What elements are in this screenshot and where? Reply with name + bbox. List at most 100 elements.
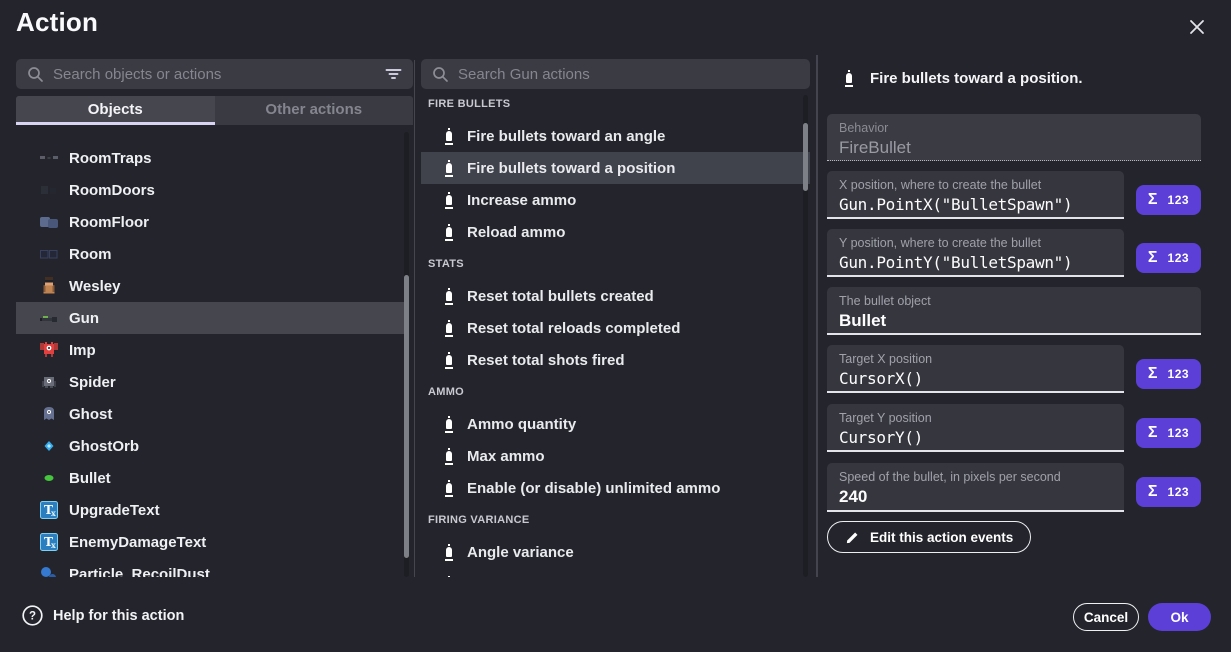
text-object-icon: Tx	[40, 533, 58, 551]
panel-divider	[816, 55, 818, 577]
object-row-bullet[interactable]: Bullet	[16, 462, 405, 494]
bullet-icon	[445, 544, 453, 561]
object-label: Wesley	[69, 278, 120, 295]
object-row-ghost[interactable]: Ghost	[16, 398, 405, 430]
object-row-imp[interactable]: Imp	[16, 334, 405, 366]
action-label: Fire bullets toward an angle	[467, 128, 665, 145]
object-label: Gun	[69, 310, 99, 327]
action-row-partial[interactable]	[421, 568, 810, 577]
particle-icon	[40, 565, 58, 577]
search-icon	[27, 66, 44, 83]
roomdoors-icon	[40, 181, 58, 199]
section-header: STATS	[421, 248, 810, 280]
action-row[interactable]: Increase ammo	[421, 184, 810, 216]
sigma-icon: Σ	[1148, 191, 1158, 209]
field-label: Target X position	[839, 352, 1112, 366]
action-label: Increase ammo	[467, 192, 576, 209]
edit-action-events-button[interactable]: Edit this action events	[827, 521, 1031, 553]
object-label: RoomTraps	[69, 150, 152, 167]
cancel-button[interactable]: Cancel	[1073, 603, 1139, 631]
svg-text:x: x	[51, 540, 56, 550]
bullet-icon	[445, 192, 453, 209]
spider-icon	[40, 373, 58, 391]
field-value[interactable]: Gun.PointY("BulletSpawn")	[839, 253, 1112, 272]
field-x-position[interactable]: X position, where to create the bullet G…	[827, 171, 1124, 219]
field-value[interactable]: CursorX()	[839, 369, 1112, 388]
action-row-selected[interactable]: Fire bullets toward a position	[421, 152, 810, 184]
tab-other-actions[interactable]: Other actions	[215, 96, 414, 125]
action-row[interactable]: Max ammo	[421, 440, 810, 472]
object-row-upgradetext[interactable]: Tx UpgradeText	[16, 494, 405, 526]
field-value[interactable]: CursorY()	[839, 428, 1112, 447]
field-target-y[interactable]: Target Y position CursorY()	[827, 404, 1124, 452]
field-target-x[interactable]: Target X position CursorX()	[827, 345, 1124, 393]
middle-scrollbar-thumb[interactable]	[803, 123, 808, 191]
object-label: UpgradeText	[69, 502, 160, 519]
field-speed[interactable]: Speed of the bullet, in pixels per secon…	[827, 463, 1124, 512]
object-row-gun[interactable]: Gun	[16, 302, 405, 334]
action-description-text: Fire bullets toward a position.	[870, 70, 1083, 87]
object-row-room[interactable]: Room	[16, 238, 405, 270]
action-row[interactable]: Reload ammo	[421, 216, 810, 248]
left-scrollbar[interactable]	[404, 132, 409, 577]
bullet-icon	[445, 480, 453, 497]
ok-button[interactable]: Ok	[1148, 603, 1211, 631]
field-value[interactable]: 240	[839, 487, 1112, 507]
text-object-icon: Tx	[40, 501, 58, 519]
object-row-roomdoors[interactable]: RoomDoors	[16, 174, 405, 206]
action-row[interactable]: Enable (or disable) unlimited ammo	[421, 472, 810, 504]
numbers-icon: 123	[1168, 367, 1190, 381]
field-value: FireBullet	[839, 138, 1189, 158]
action-label: Fire bullets toward a position	[467, 160, 675, 177]
field-label: Target Y position	[839, 411, 1112, 425]
object-row-ghostorb[interactable]: GhostOrb	[16, 430, 405, 462]
left-scrollbar-thumb[interactable]	[404, 275, 409, 558]
section-header: AMMO	[421, 376, 810, 408]
sigma-icon: Σ	[1148, 249, 1158, 267]
field-value[interactable]: Bullet	[839, 311, 1189, 331]
objects-search-input[interactable]	[53, 66, 376, 83]
object-row-wesley[interactable]: Wesley	[16, 270, 405, 302]
action-label: Angle variance	[467, 544, 574, 561]
object-row-spider[interactable]: Spider	[16, 366, 405, 398]
object-row-roomfloor[interactable]: RoomFloor	[16, 206, 405, 238]
gun-icon	[40, 309, 58, 327]
tab-label: Other actions	[265, 101, 362, 118]
action-row[interactable]: Reset total shots fired	[421, 344, 810, 376]
bullet-icon	[445, 576, 453, 578]
sigma-icon: Σ	[1148, 424, 1158, 442]
action-label: Reset total shots fired	[467, 352, 625, 369]
action-row[interactable]: Angle variance	[421, 536, 810, 568]
field-value[interactable]: Gun.PointX("BulletSpawn")	[839, 195, 1112, 214]
expression-editor-button[interactable]: Σ 123	[1136, 418, 1201, 448]
object-label: Ghost	[69, 406, 112, 423]
tab-label: Objects	[88, 101, 143, 118]
bullet-icon	[845, 70, 853, 87]
numbers-icon: 123	[1168, 251, 1190, 265]
expression-editor-button[interactable]: Σ 123	[1136, 243, 1201, 273]
svg-text:?: ?	[29, 611, 36, 623]
object-row-enemydamagetext[interactable]: Tx EnemyDamageText	[16, 526, 405, 558]
expression-editor-button[interactable]: Σ 123	[1136, 477, 1201, 507]
action-row[interactable]: Reset total bullets created	[421, 280, 810, 312]
actions-search-input[interactable]	[458, 66, 799, 83]
close-icon[interactable]	[1184, 14, 1210, 40]
action-row[interactable]: Reset total reloads completed	[421, 312, 810, 344]
tab-objects[interactable]: Objects	[16, 96, 215, 125]
numbers-icon: 123	[1168, 193, 1190, 207]
field-behavior: Behavior FireBullet	[827, 114, 1201, 161]
expression-editor-button[interactable]: Σ 123	[1136, 185, 1201, 215]
object-row-particle-recoildust[interactable]: Particle_RecoilDust	[16, 558, 405, 577]
filter-icon[interactable]	[385, 66, 402, 82]
bullet-icon	[445, 352, 453, 369]
object-row-roomtraps[interactable]: RoomTraps	[16, 142, 405, 174]
field-label: Speed of the bullet, in pixels per secon…	[839, 470, 1112, 484]
field-bullet-object[interactable]: The bullet object Bullet	[827, 287, 1201, 335]
action-row[interactable]: Ammo quantity	[421, 408, 810, 440]
action-row[interactable]: Fire bullets toward an angle	[421, 120, 810, 152]
expression-editor-button[interactable]: Σ 123	[1136, 359, 1201, 389]
field-y-position[interactable]: Y position, where to create the bullet G…	[827, 229, 1124, 277]
object-label: Spider	[69, 374, 116, 391]
help-link[interactable]: ? Help for this action	[22, 605, 184, 626]
middle-scrollbar[interactable]	[803, 95, 808, 577]
